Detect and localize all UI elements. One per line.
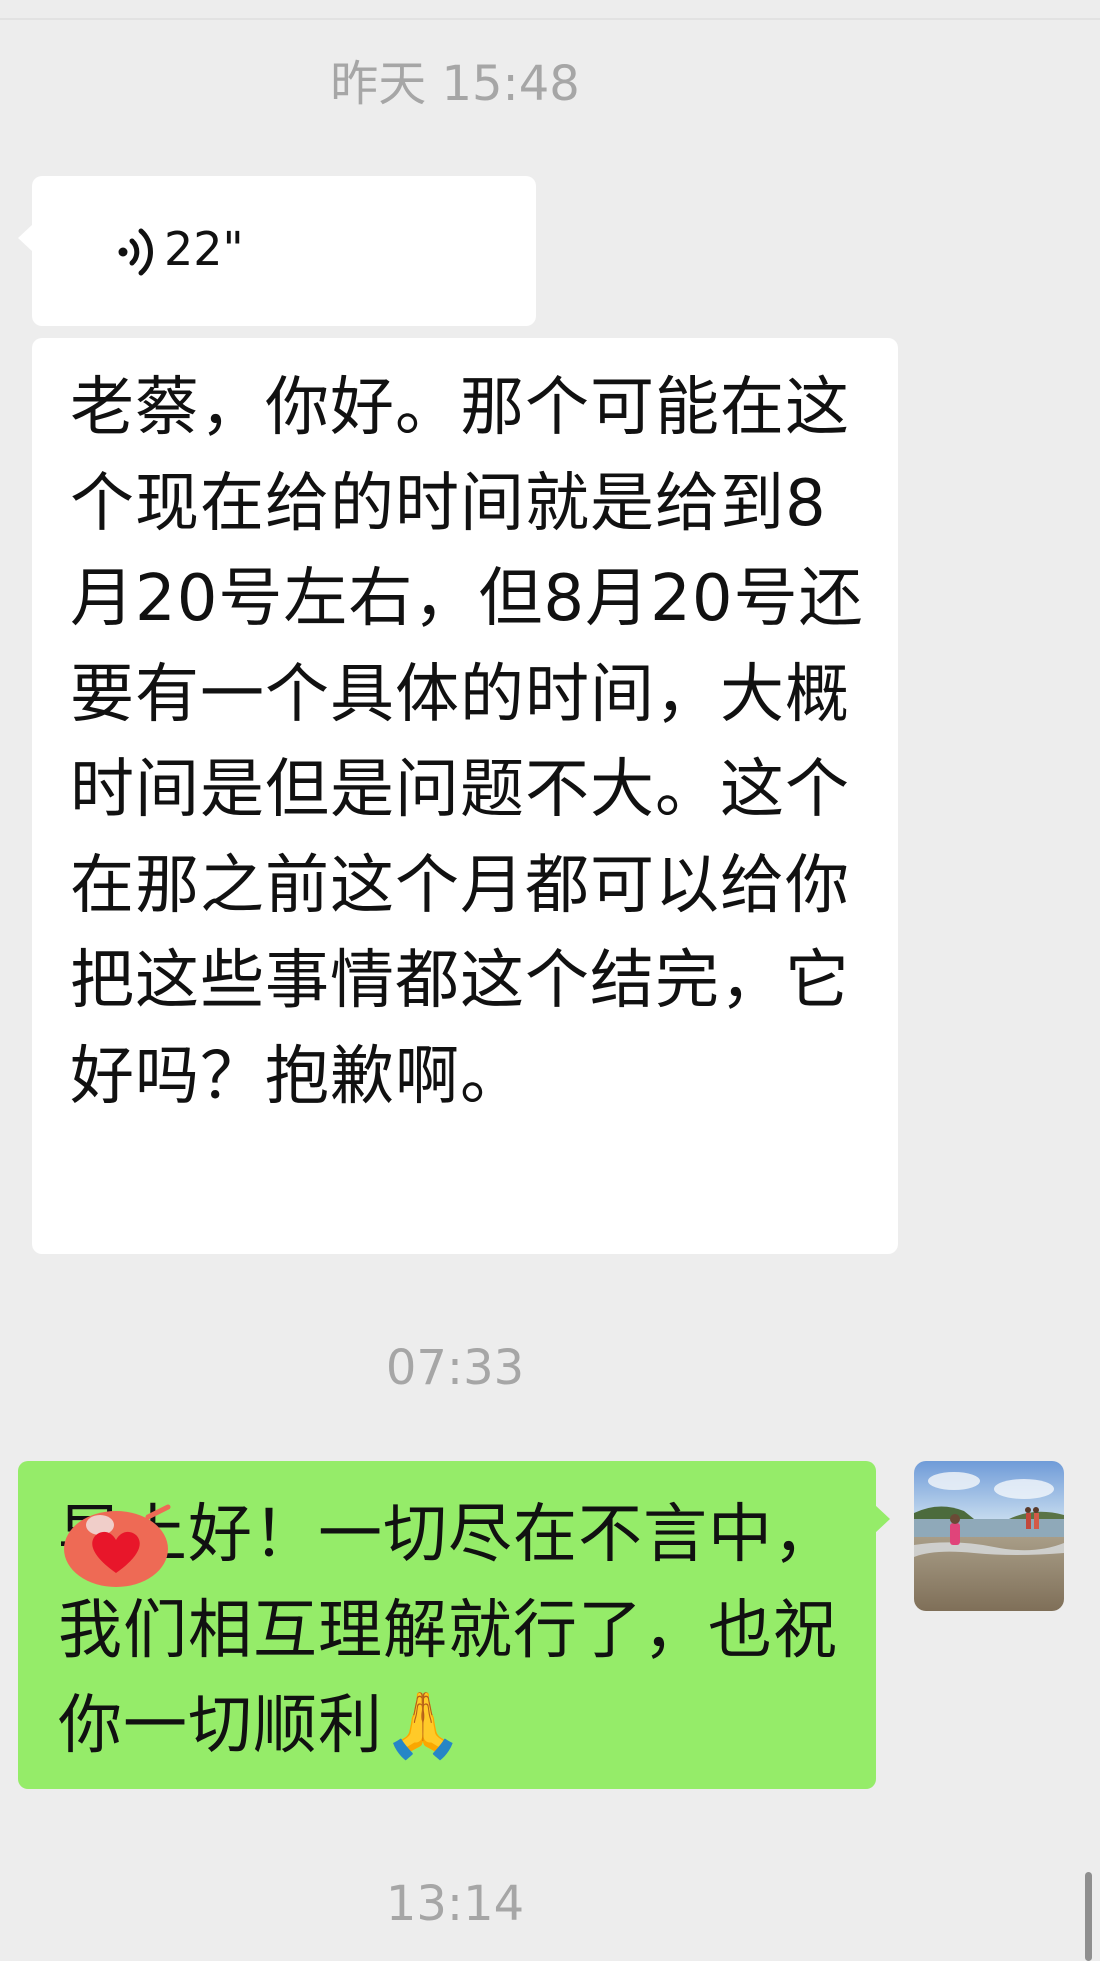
voice-wave-icon xyxy=(118,228,153,276)
message-timestamp: 昨天 15:48 xyxy=(330,56,580,112)
top-divider xyxy=(0,18,1100,20)
incoming-message-text: 老蔡，你好。那个可能在这个现在给的时间就是给到8月20号左右，但8月20号还要有… xyxy=(70,371,864,1114)
message-timestamp: 07:33 xyxy=(385,1340,525,1396)
voice-message-bubble[interactable]: 22" xyxy=(18,176,536,326)
redaction-heart-sticker xyxy=(64,1504,171,1587)
user-avatar[interactable] xyxy=(914,1461,1064,1611)
message-timestamp: 13:14 xyxy=(385,1876,525,1932)
outgoing-message-bubble[interactable]: 早上好！一切尽在不言中，我们相互理解就行了，也祝你一切顺利🙏 xyxy=(18,1461,890,1789)
outgoing-message-text: 早上好！一切尽在不言中，我们相互理解就行了，也祝你一切顺利🙏 xyxy=(58,1498,838,1763)
beach-photo-icon xyxy=(914,1461,1064,1611)
incoming-message-bubble[interactable]: 老蔡，你好。那个可能在这个现在给的时间就是给到8月20号左右，但8月20号还要有… xyxy=(32,338,898,1254)
voice-duration: 22" xyxy=(164,222,244,276)
scrollbar[interactable] xyxy=(1085,1872,1092,1961)
